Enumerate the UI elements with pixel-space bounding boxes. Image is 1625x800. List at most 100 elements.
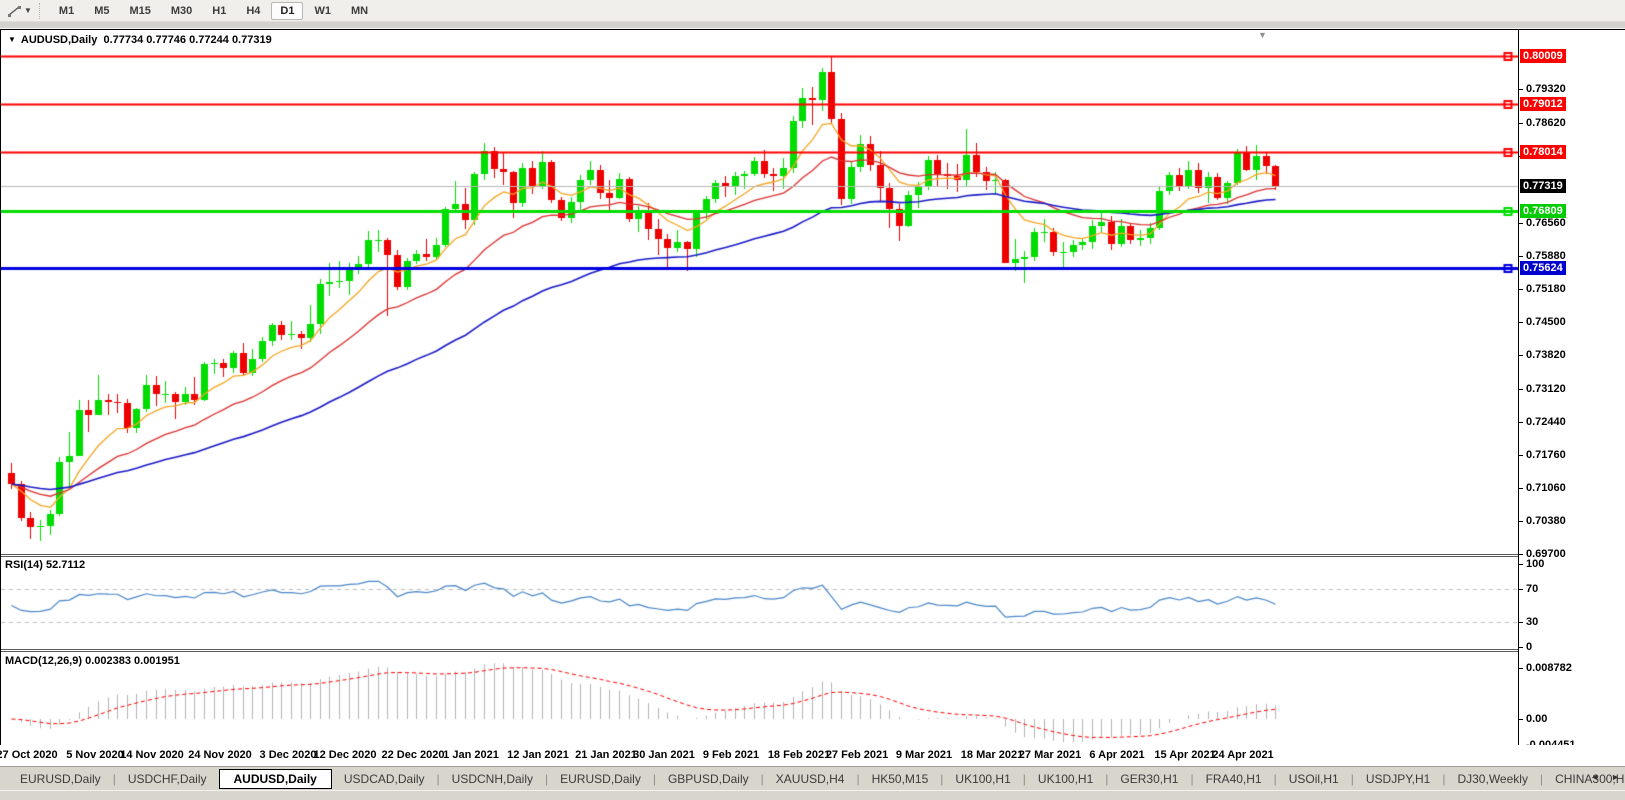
- axis-tick-mark: [1519, 488, 1523, 489]
- macd-tick-label: 0.008782: [1526, 662, 1572, 674]
- price-tick-label: 0.73820: [1526, 349, 1566, 361]
- date-tick-label: 27 Oct 2020: [0, 749, 58, 761]
- axis-tick-mark: [1519, 422, 1523, 423]
- date-tick-label: 15 Apr 2021: [1154, 749, 1215, 761]
- timeframe-button-h4[interactable]: H4: [237, 2, 269, 20]
- date-tick-label: 5 Nov 2020: [66, 749, 123, 761]
- rsi-tick-label: 30: [1526, 616, 1538, 628]
- price-tick-label: 0.79320: [1526, 83, 1566, 95]
- price-tick-label: 0.72440: [1526, 416, 1566, 428]
- open-value: 0.77734: [103, 34, 143, 46]
- price-level-badge: 0.77319: [1520, 179, 1566, 193]
- chart-tab-usdjpy-h1[interactable]: USDJPY,H1: [1354, 769, 1442, 789]
- chart-tab-uk100-h1[interactable]: UK100,H1: [1026, 769, 1105, 789]
- axis-tick-mark: [1519, 256, 1523, 257]
- chart-tool-dropdown-icon[interactable]: ▼: [24, 6, 32, 15]
- price-tick-label: 0.71060: [1526, 482, 1566, 494]
- timeframe-button-w1[interactable]: W1: [305, 2, 340, 20]
- chart-tab-eurusd-daily[interactable]: EURUSD,Daily: [8, 769, 113, 789]
- high-value: 0.77746: [146, 34, 186, 46]
- main-chart-canvas[interactable]: [1, 30, 1518, 554]
- price-tick-label: 0.75180: [1526, 283, 1566, 295]
- chart-tab-usdcad-daily[interactable]: USDCAD,Daily: [332, 769, 437, 789]
- price-level-badge: 0.78014: [1520, 145, 1566, 159]
- timeframe-button-h1[interactable]: H1: [203, 2, 235, 20]
- chart-tab-audusd-daily[interactable]: AUDUSD,Daily: [219, 769, 332, 789]
- chart-ohlc-header: ▼AUDUSD,Daily 0.77734 0.77746 0.77244 0.…: [8, 34, 272, 46]
- price-level-badge: 0.76809: [1520, 204, 1566, 218]
- price-tick-label: 0.73120: [1526, 383, 1566, 395]
- rsi-tick-label: 0: [1526, 641, 1532, 653]
- chart-tab-usdchf-daily[interactable]: USDCHF,Daily: [116, 769, 219, 789]
- timeframe-toolbar: ▼ M1M5M15M30H1H4D1W1MN: [0, 0, 1625, 22]
- tab-scroll-arrows: ◄ ►: [1588, 769, 1622, 785]
- axis-tick-mark: [1519, 89, 1523, 90]
- date-tick-label: 18 Mar 2021: [961, 749, 1023, 761]
- timeframe-button-d1[interactable]: D1: [271, 2, 303, 20]
- toolbar-separator: [39, 3, 45, 19]
- macd-panel-canvas[interactable]: [1, 652, 1518, 745]
- date-tick-label: 24 Apr 2021: [1212, 749, 1273, 761]
- date-tick-label: 24 Nov 2020: [188, 749, 252, 761]
- date-tick-label: 3 Dec 2020: [260, 749, 317, 761]
- date-tick-label: 12 Dec 2020: [314, 749, 377, 761]
- axis-tick-mark: [1519, 668, 1523, 669]
- date-tick-label: 27 Mar 2021: [1019, 749, 1081, 761]
- axis-tick-mark: [1519, 589, 1523, 590]
- chart-horizontal-scrollbar[interactable]: [0, 22, 1625, 29]
- axis-tick-mark: [1519, 123, 1523, 124]
- price-tick-label: 0.76560: [1526, 217, 1566, 229]
- symbol-label: AUDUSD,Daily: [21, 34, 97, 46]
- chart-tab-eurusd-daily[interactable]: EURUSD,Daily: [548, 769, 653, 789]
- axis-tick-mark: [1519, 564, 1523, 565]
- chart-window: ▼ AUDUSD,Daily 0.77734 0.77746 0.77244 0.…: [0, 29, 1625, 746]
- date-tick-label: 21 Jan 2021: [575, 749, 637, 761]
- axis-tick-mark: [1519, 223, 1523, 224]
- axis-tick-mark: [1519, 355, 1523, 356]
- chart-tab-gbpusd-daily[interactable]: GBPUSD,Daily: [656, 769, 761, 789]
- timeframe-button-m5[interactable]: M5: [85, 2, 118, 20]
- price-axis: 0.793200.786200.779400.765600.758800.751…: [1518, 30, 1625, 745]
- axis-tick-mark: [1519, 622, 1523, 623]
- date-axis: 27 Oct 2020 5 Nov 202014 Nov 2020 24 Nov 2…: [0, 745, 1625, 766]
- axis-tick-mark: [1519, 389, 1523, 390]
- date-tick-label: 22 Dec 2020: [382, 749, 445, 761]
- timeframe-button-m1[interactable]: M1: [50, 2, 83, 20]
- chart-tab-usoil-h1[interactable]: USOil,H1: [1277, 769, 1351, 789]
- axis-tick-mark: [1519, 719, 1523, 720]
- axis-tick-mark: [1519, 521, 1523, 522]
- price-level-badge: 0.79012: [1520, 97, 1566, 111]
- chart-tab-dj30-weekly[interactable]: DJ30,Weekly: [1445, 769, 1539, 789]
- axis-tick-mark: [1519, 289, 1523, 290]
- chart-tab-uk100-h1[interactable]: UK100,H1: [943, 769, 1022, 789]
- axis-tick-mark: [1519, 647, 1523, 648]
- chart-tab-hk50-m15[interactable]: HK50,M15: [860, 769, 941, 789]
- price-tick-label: 0.71760: [1526, 449, 1566, 461]
- symbol-collapse-icon[interactable]: ▼: [8, 35, 16, 44]
- rsi-panel-canvas[interactable]: [1, 557, 1518, 649]
- macd-indicator-label: MACD(12,26,9) 0.002383 0.001951: [5, 655, 180, 667]
- chart-tab-fra40-h1[interactable]: FRA40,H1: [1194, 769, 1274, 789]
- date-tick-label: 18 Feb 2021: [768, 749, 830, 761]
- timeframe-button-m15[interactable]: M15: [120, 2, 159, 20]
- axis-tick-mark: [1519, 554, 1523, 555]
- chart-shift-marker-icon[interactable]: ▼: [1258, 30, 1267, 40]
- date-tick-label: 14 Nov 2020: [120, 749, 184, 761]
- chart-tab-xauusd-h4[interactable]: XAUUSD,H4: [764, 769, 857, 789]
- timeframe-button-mn[interactable]: MN: [342, 2, 377, 20]
- date-tick-label: 1 Jan 2021: [443, 749, 499, 761]
- tab-scroll-left-button[interactable]: ◄: [1588, 769, 1601, 785]
- date-tick-label: 27 Feb 2021: [826, 749, 888, 761]
- chart-tab-ger30-h1[interactable]: GER30,H1: [1108, 769, 1190, 789]
- tab-scroll-right-button[interactable]: ►: [1609, 769, 1622, 785]
- rsi-indicator-label: RSI(14) 52.7112: [5, 559, 85, 571]
- date-tick-label: 12 Jan 2021: [507, 749, 569, 761]
- chart-tab-usdcnh-daily[interactable]: USDCNH,Daily: [440, 769, 545, 789]
- date-tick-label: 6 Apr 2021: [1089, 749, 1144, 761]
- price-tick-label: 0.78620: [1526, 117, 1566, 129]
- low-value: 0.77244: [189, 34, 229, 46]
- timeframe-button-m30[interactable]: M30: [162, 2, 201, 20]
- axis-tick-mark: [1519, 322, 1523, 323]
- chart-tool-icon[interactable]: [4, 3, 24, 19]
- date-tick-label: 9 Feb 2021: [703, 749, 759, 761]
